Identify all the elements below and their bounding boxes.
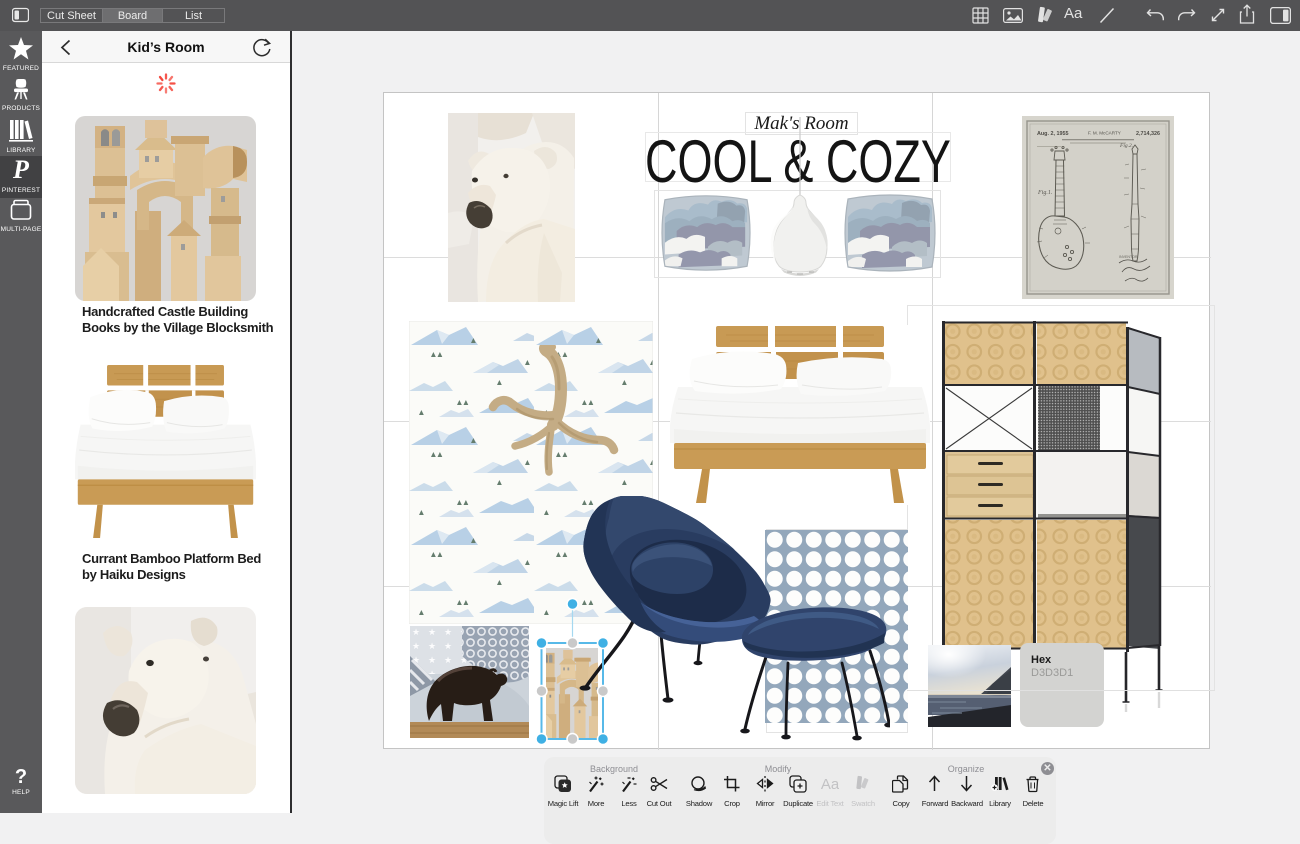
svg-text:P: P: [12, 158, 30, 182]
svg-text:Aa: Aa: [821, 776, 839, 793]
